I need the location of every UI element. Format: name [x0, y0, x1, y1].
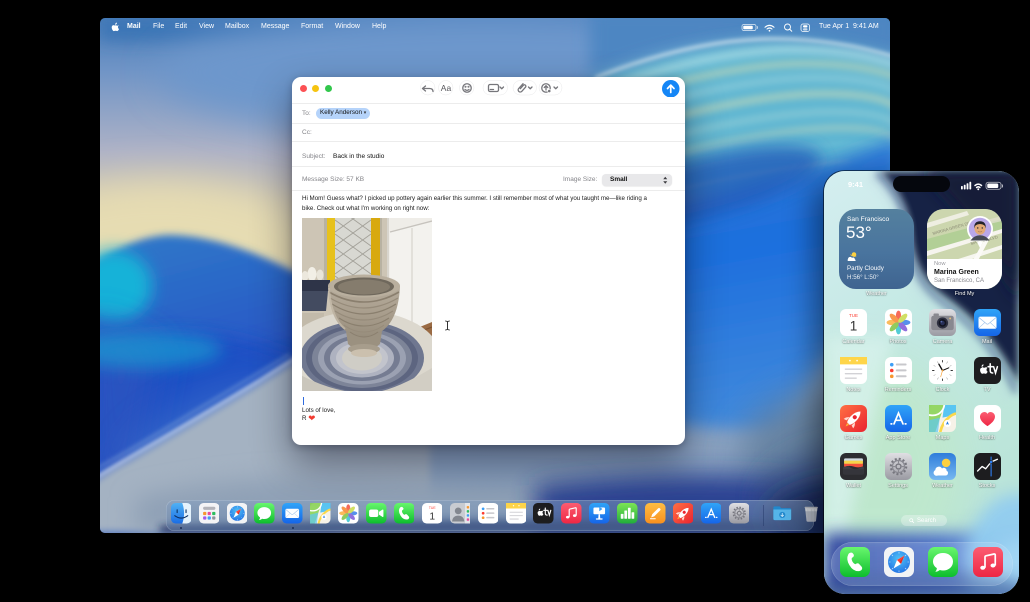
- svg-text:Aa: Aa: [441, 83, 452, 93]
